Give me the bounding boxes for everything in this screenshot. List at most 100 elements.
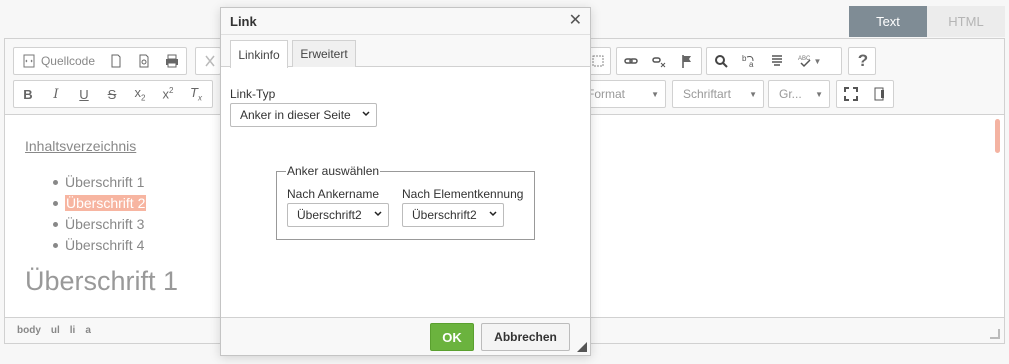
size-label: Gr... [779,87,802,101]
toc-item-label[interactable]: Überschrift 3 [65,216,144,232]
print-button[interactable] [158,48,186,74]
chevron-down-icon: ▼ [749,89,757,99]
help-button[interactable]: ? [849,48,877,74]
path-item[interactable]: ul [51,325,60,336]
underline-icon: U [79,86,89,102]
element-id-select[interactable]: Überschrift2 [402,203,504,227]
search-icon [715,55,728,68]
spellcheck-button[interactable]: ABC ▼ [791,48,827,74]
source-icon [23,54,35,68]
preview-icon [139,54,149,68]
anchor-name-select[interactable]: Überschrift2 [287,203,389,227]
subscript-button[interactable]: x2 [126,81,154,107]
fieldset-legend: Anker auswählen [286,164,381,178]
superscript-button[interactable]: x2 [154,81,182,107]
path-item[interactable]: body [17,325,41,336]
chevron-down-icon [374,211,382,217]
list-item: Überschrift 2 [49,193,147,214]
remove-format-icon: Tx [190,85,202,103]
bold-icon: B [23,86,33,102]
help-group: ? [848,47,876,75]
path-item[interactable]: a [85,325,91,336]
element-id-value: Überschrift2 [412,208,477,222]
tab-linkinfo[interactable]: Linkinfo [230,40,288,68]
unlink-icon [652,57,666,68]
italic-button[interactable]: I [42,81,70,107]
show-blocks-icon [874,87,884,101]
size-dropdown[interactable]: Gr... ▼ [768,80,830,108]
list-item: Überschrift 4 [49,235,146,256]
format-dropdown[interactable]: Format ▼ [582,80,666,108]
flag-icon [682,55,691,68]
dialog-tabs: Linkinfo Erweitert [221,35,590,68]
underline-button[interactable]: U [70,81,98,107]
strike-button[interactable]: S [98,81,126,107]
toc-link[interactable]: Inhaltsverzeichnis [25,138,136,154]
ok-button[interactable]: OK [430,323,474,351]
toc-item-label[interactable]: Überschrift 4 [65,237,144,253]
find-group: ba ABC ▼ [706,47,842,75]
scrollbar-thumb[interactable] [995,119,1000,153]
replace-button[interactable]: ba [735,48,763,74]
new-page-button[interactable] [102,48,130,74]
chevron-down-icon: ▼ [815,89,823,99]
path-item[interactable]: li [70,325,76,336]
element-id-label: Nach Elementkennung [402,187,524,201]
source-label: Quellcode [40,54,96,68]
list-item: Überschrift 3 [49,214,146,235]
link-button[interactable] [617,48,645,74]
superscript-icon: x2 [162,86,174,102]
svg-text:a: a [749,60,754,69]
spellcheck-icon: ABC [798,56,811,68]
font-label: Schriftart [683,87,732,101]
cancel-button[interactable]: Abbrechen [481,323,570,351]
select-all-icon [772,55,782,66]
dialog-footer: OK Abbrechen [221,317,590,355]
dialog-title: Link [230,13,257,29]
close-icon[interactable]: ✕ [569,13,582,29]
print-icon [166,54,178,68]
tab-erweitert[interactable]: Erweitert [292,40,356,67]
tab-html[interactable]: HTML [927,6,1005,37]
editor-resize-handle[interactable] [990,329,1000,339]
chevron-down-icon: ▼ [813,56,822,66]
format-label: Format [587,87,626,101]
clipboard-group [195,47,221,75]
content-heading: Überschrift 1 [25,266,179,296]
anchor-button[interactable] [673,48,701,74]
dialog-titlebar[interactable]: Link ✕ [221,8,590,35]
toc-item-label[interactable]: Überschrift 1 [65,174,144,190]
bold-button[interactable]: B [14,81,42,107]
show-blocks-button[interactable] [865,81,893,107]
font-dropdown[interactable]: Schriftart ▼ [672,80,764,108]
preview-button[interactable] [130,48,158,74]
document-group: Quellcode [13,47,187,75]
subscript-icon: x2 [134,85,146,103]
strikethrough-icon: S [107,86,117,102]
dialog-body: Link-Typ Anker in dieser Seite Anker aus… [221,67,590,319]
anchor-name-label: Nach Ankername [287,187,380,201]
chevron-down-icon [362,111,370,117]
maximize-icon [844,87,858,101]
list-item: Überschrift 1 [49,172,146,193]
tab-text[interactable]: Text [849,6,927,37]
remove-format-button[interactable]: Tx [182,81,210,107]
mode-tabs: Text HTML [849,6,1005,37]
link-icon [624,58,638,64]
scissors-icon [205,55,215,67]
link-dialog: Link ✕ Linkinfo Erweitert Link-Typ Anker… [220,7,591,356]
link-type-select[interactable]: Anker in dieser Seite [230,103,377,127]
templates-icon [592,55,604,67]
maximize-button[interactable] [837,81,865,107]
find-button[interactable] [707,48,735,74]
unlink-button[interactable] [645,48,673,74]
dialog-resize-handle[interactable] [577,342,587,352]
link-group [616,47,702,75]
chevron-down-icon: ▼ [651,89,659,99]
toc-item-label-selected[interactable]: Überschrift 2 [65,195,147,211]
help-icon: ? [857,51,869,70]
link-type-label: Link-Typ [230,87,276,101]
source-button[interactable]: Quellcode [14,48,102,74]
replace-icon: ba [742,54,754,69]
select-all-button[interactable] [763,48,791,74]
